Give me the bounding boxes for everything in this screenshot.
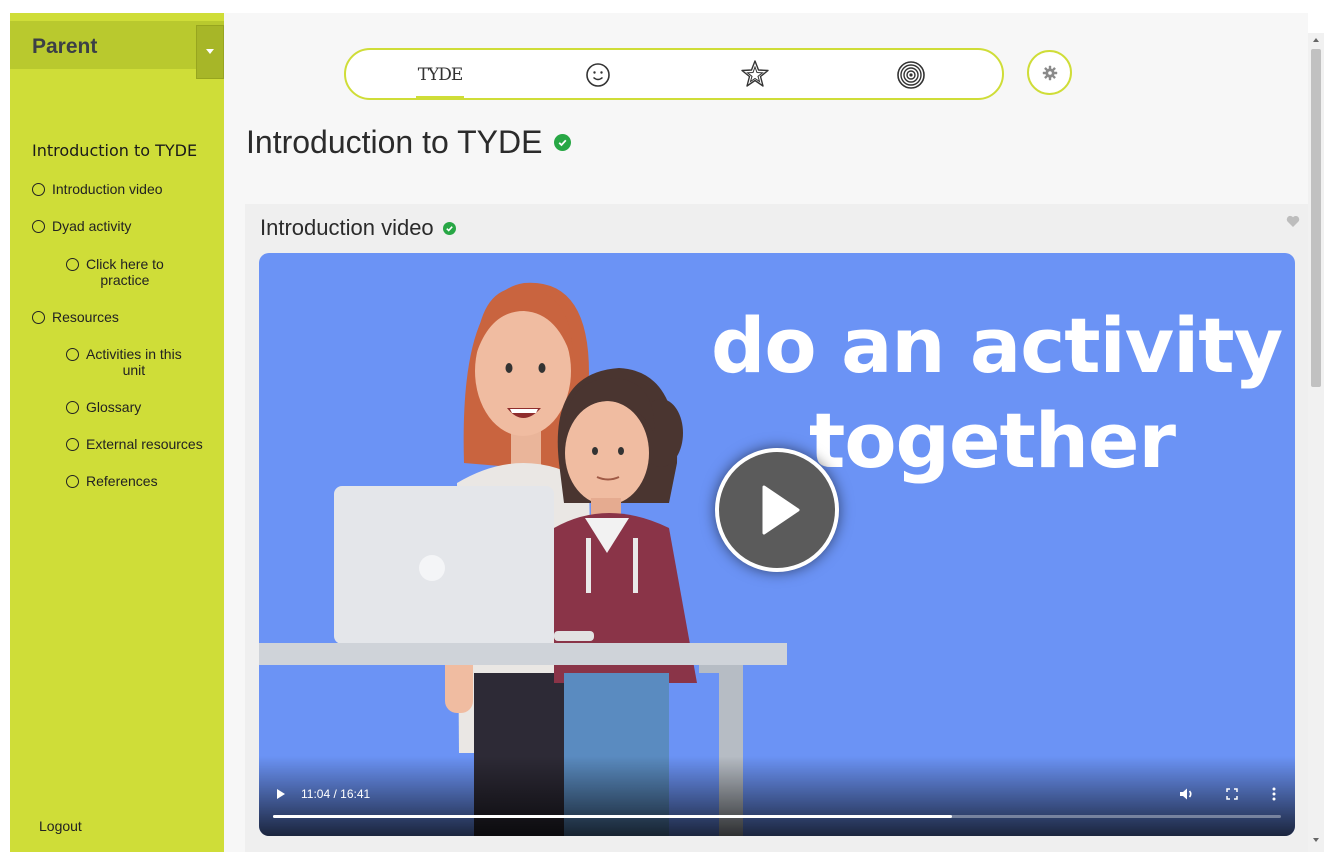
card-title: Introduction video xyxy=(260,215,456,241)
heart-icon[interactable] xyxy=(1286,215,1300,228)
sidebar-item-label: External resources xyxy=(86,436,203,452)
sidebar-item-references[interactable]: References xyxy=(66,473,158,489)
logout-link[interactable]: Logout xyxy=(39,818,82,834)
sidebar-item-label: Resources xyxy=(52,309,119,325)
sidebar-item-label: References xyxy=(86,473,158,489)
unit-heading[interactable]: Introduction to TYDE xyxy=(32,141,197,160)
fullscreen-icon[interactable] xyxy=(1222,784,1242,804)
role-selector[interactable]: Parent xyxy=(10,21,224,79)
circle-icon xyxy=(66,438,79,451)
page-title-text: Introduction to TYDE xyxy=(246,124,543,160)
target-icon xyxy=(897,61,925,89)
circle-icon xyxy=(32,183,45,196)
scroll-thumb[interactable] xyxy=(1311,49,1321,387)
tab-wellbeing[interactable] xyxy=(574,56,622,94)
circle-icon xyxy=(66,348,79,361)
main-content: TYDE Introduction to TYDE Introduction v… xyxy=(224,13,1309,852)
page-scrollbar[interactable] xyxy=(1308,33,1324,852)
tab-achievements[interactable] xyxy=(731,56,779,94)
circle-icon xyxy=(32,311,45,324)
tyde-logo-icon: TYDE xyxy=(417,65,464,85)
label-line: practice xyxy=(100,272,150,288)
settings-button[interactable] xyxy=(1027,50,1072,95)
page-title: Introduction to TYDE xyxy=(246,124,572,161)
star-icon xyxy=(741,60,769,87)
video-player[interactable]: do an activity together 11:04 / 16:41 xyxy=(259,253,1295,836)
label-line: unit xyxy=(122,362,146,378)
sidebar: Parent Introduction to TYDE Introduction… xyxy=(10,13,224,852)
sidebar-item-external-resources[interactable]: External resources xyxy=(66,436,203,452)
circle-icon xyxy=(66,401,79,414)
sidebar-item-glossary[interactable]: Glossary xyxy=(66,399,141,415)
section-nav: TYDE xyxy=(344,48,1004,100)
sidebar-item-activities-in-this-unit[interactable]: Activities in this unit xyxy=(66,346,182,378)
role-label: Parent xyxy=(32,35,98,58)
sidebar-item-label: Glossary xyxy=(86,399,142,415)
role-dropdown-button[interactable] xyxy=(196,25,224,79)
time-display: 11:04 / 16:41 xyxy=(301,787,371,801)
label-line: Click here to xyxy=(86,256,164,272)
label-line: Activities in this xyxy=(86,346,182,362)
volume-icon[interactable] xyxy=(1177,784,1197,804)
circle-icon xyxy=(32,220,45,233)
sidebar-item-label: Dyad activity xyxy=(52,218,132,234)
video-progress-bar[interactable] xyxy=(273,815,1281,818)
card-title-text: Introduction video xyxy=(260,215,434,240)
sidebar-item-label: Activities in this unit xyxy=(86,346,182,378)
tab-goals[interactable] xyxy=(887,56,935,94)
play-button[interactable] xyxy=(715,448,839,572)
tab-tyde[interactable]: TYDE xyxy=(416,56,464,99)
check-circle-icon xyxy=(554,134,572,151)
video-caption-line2: together xyxy=(809,396,1176,485)
sidebar-item-click-here-to-practice[interactable]: Click here to practice xyxy=(66,256,164,288)
caret-down-icon xyxy=(206,49,214,54)
gear-icon xyxy=(1042,65,1057,80)
sidebar-item-label: Click here to practice xyxy=(86,256,164,288)
circle-icon xyxy=(66,475,79,488)
video-caption-line1: do an activity xyxy=(711,301,1283,390)
video-card: Introduction video do an activity togeth… xyxy=(245,204,1309,852)
sidebar-item-dyad-activity[interactable]: Dyad activity xyxy=(32,218,131,234)
video-controls-bar xyxy=(259,756,1295,836)
smiley-icon xyxy=(586,63,610,87)
scroll-up-icon[interactable] xyxy=(1313,38,1319,42)
sidebar-item-resources[interactable]: Resources xyxy=(32,309,119,325)
scroll-down-icon[interactable] xyxy=(1313,838,1319,842)
sidebar-item-introduction-video[interactable]: Introduction video xyxy=(32,181,163,197)
check-circle-icon xyxy=(442,221,456,235)
more-options-icon[interactable] xyxy=(1264,784,1284,804)
play-pause-icon[interactable] xyxy=(277,789,285,799)
play-icon xyxy=(762,485,800,535)
circle-icon xyxy=(66,258,79,271)
sidebar-item-label: Introduction video xyxy=(52,181,163,197)
video-progress-fill xyxy=(273,815,953,818)
